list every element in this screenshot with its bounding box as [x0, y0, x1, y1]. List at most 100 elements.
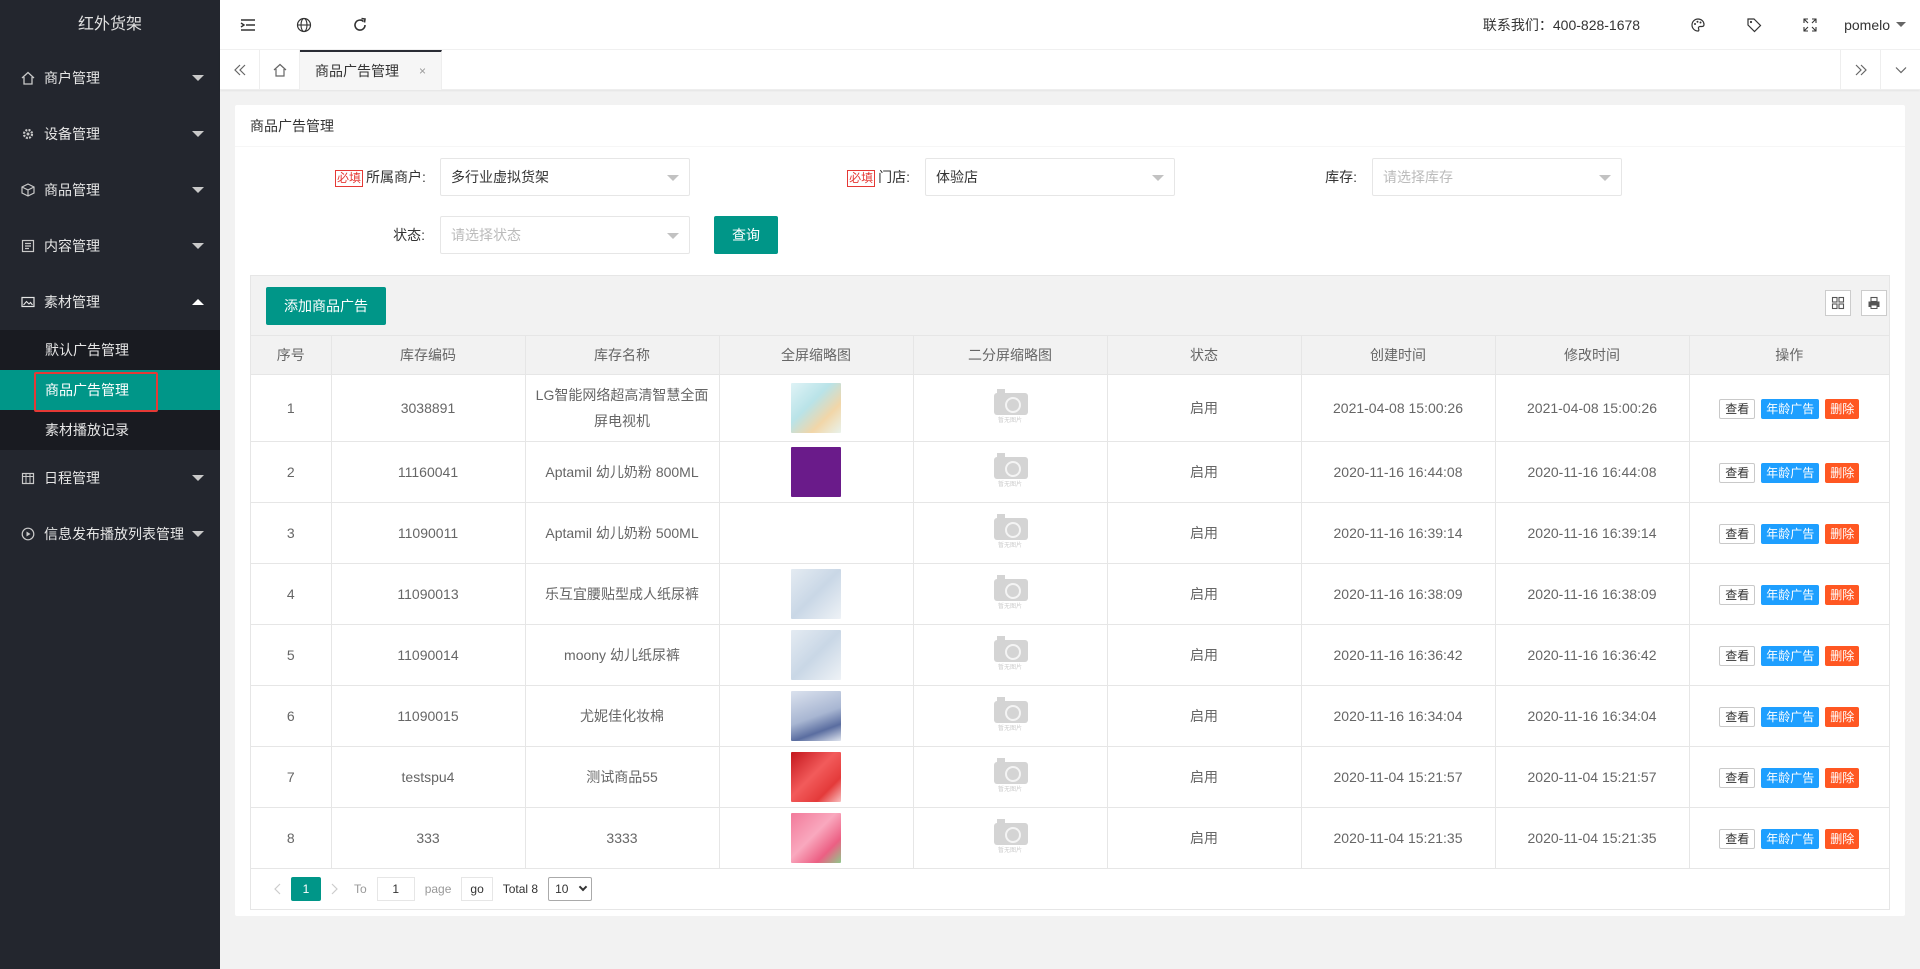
sidebar-item-device[interactable]: 设备管理 — [0, 106, 220, 162]
next-page-icon[interactable] — [325, 877, 345, 901]
status-select[interactable]: 请选择状态 — [440, 216, 690, 254]
sidebar-item-content[interactable]: 内容管理 — [0, 218, 220, 274]
fullscreen-thumbnail[interactable] — [791, 568, 841, 619]
close-icon[interactable]: × — [419, 64, 426, 78]
cell-name: 3333 — [525, 807, 720, 869]
stock-select[interactable]: 请选择库存 — [1372, 158, 1622, 196]
sidebar-item-goods[interactable]: 商品管理 — [0, 162, 220, 218]
view-button[interactable]: 查看 — [1719, 398, 1756, 419]
store-select[interactable]: 体验店 — [925, 158, 1175, 196]
menu-collapse-icon[interactable] — [220, 0, 276, 50]
camera-icon — [994, 388, 1028, 415]
query-button[interactable]: 查询 — [714, 216, 778, 254]
delete-button[interactable]: 删除 — [1825, 398, 1860, 419]
sidebar: 红外货架 商户管理 设备管理 商品管理 内容管理 素材管理 默认广告管理 商品广… — [0, 0, 220, 969]
filter-status: 状态: 请选择状态 查询 — [339, 216, 778, 254]
current-page[interactable]: 1 — [291, 876, 321, 901]
cell-no: 3 — [251, 502, 332, 564]
filter-store: 必填 门店: 体验店 — [810, 158, 1175, 196]
fullscreen-thumbnail[interactable] — [791, 382, 841, 433]
cell-created: 2021-04-08 15:00:26 — [1301, 374, 1496, 442]
merchant-select[interactable]: 多行业虚拟货架 — [440, 158, 690, 196]
tab-goods-ad[interactable]: 商品广告管理 × — [300, 49, 443, 90]
cell-split-thumb: 暂无图片 — [913, 374, 1108, 442]
sidebar-item-material[interactable]: 素材管理 — [0, 274, 220, 330]
delete-button[interactable]: 删除 — [1825, 828, 1860, 849]
age-ad-button[interactable]: 年龄广告 — [1761, 767, 1820, 788]
fullscreen-thumbnail[interactable] — [791, 751, 841, 802]
columns-filter-icon[interactable] — [1825, 290, 1851, 316]
age-ad-button[interactable]: 年龄广告 — [1761, 828, 1820, 849]
view-button[interactable]: 查看 — [1719, 706, 1756, 727]
cell-actions: 查看 年龄广告 删除 — [1689, 807, 1889, 869]
tabs-scroll-left-icon[interactable] — [220, 49, 260, 90]
user-menu[interactable]: pomelo — [1844, 17, 1906, 33]
age-ad-button[interactable]: 年龄广告 — [1761, 645, 1820, 666]
tabs-scroll-right-icon[interactable] — [1840, 49, 1880, 90]
delete-button[interactable]: 删除 — [1825, 645, 1860, 666]
delete-button[interactable]: 删除 — [1825, 523, 1860, 544]
cell-no: 7 — [251, 746, 332, 808]
delete-button[interactable]: 删除 — [1825, 767, 1860, 788]
fullscreen-icon[interactable] — [1782, 0, 1838, 50]
view-button[interactable]: 查看 — [1719, 523, 1756, 544]
globe-icon[interactable] — [276, 0, 332, 50]
view-button[interactable]: 查看 — [1719, 462, 1756, 483]
cell-actions: 查看 年龄广告 删除 — [1689, 441, 1889, 503]
cell-created: 2020-11-04 15:21:57 — [1301, 746, 1496, 808]
delete-button[interactable]: 删除 — [1825, 462, 1860, 483]
sidebar-subitem-play-record[interactable]: 素材播放记录 — [0, 410, 220, 450]
add-goods-ad-button[interactable]: 添加商品广告 — [266, 287, 386, 325]
image-icon — [20, 294, 36, 310]
age-ad-button[interactable]: 年龄广告 — [1761, 706, 1820, 727]
page-jump-input[interactable] — [376, 876, 415, 901]
cell-name: moony 幼儿纸尿裤 — [525, 624, 720, 686]
prev-page-icon[interactable] — [267, 877, 287, 901]
print-icon[interactable] — [1861, 290, 1887, 316]
theme-palette-icon[interactable] — [1670, 0, 1726, 50]
cell-code: 11160041 — [331, 441, 526, 503]
view-button[interactable]: 查看 — [1719, 767, 1756, 788]
go-button[interactable]: go — [461, 876, 493, 901]
fullscreen-thumbnail[interactable] — [791, 446, 841, 497]
fullscreen-thumbnail[interactable] — [791, 812, 841, 863]
sidebar-item-schedule[interactable]: 日程管理 — [0, 450, 220, 506]
view-button[interactable]: 查看 — [1719, 645, 1756, 666]
tabs-dropdown-icon[interactable] — [1880, 49, 1920, 90]
view-button[interactable]: 查看 — [1719, 828, 1756, 849]
sidebar-subitem-goods-ad[interactable]: 商品广告管理 — [0, 370, 220, 412]
age-ad-button[interactable]: 年龄广告 — [1761, 584, 1820, 605]
age-ad-button[interactable]: 年龄广告 — [1761, 462, 1820, 483]
page-size-select[interactable]: 10 — [548, 876, 593, 901]
cell-split-thumb: 暂无图片 — [913, 441, 1108, 503]
page-title: 商品广告管理 — [235, 105, 1905, 147]
required-badge: 必填 — [335, 170, 364, 187]
delete-button[interactable]: 删除 — [1825, 584, 1860, 605]
delete-button[interactable]: 删除 — [1825, 706, 1860, 727]
sidebar-item-label: 商品管理 — [44, 182, 100, 198]
placeholder-text: 暂无图片 — [997, 725, 1022, 732]
home-tab-icon[interactable] — [260, 49, 300, 90]
stock-label: 库存: — [1325, 169, 1357, 185]
view-button[interactable]: 查看 — [1719, 584, 1756, 605]
fullscreen-thumbnail[interactable] — [791, 629, 841, 680]
table-row: 5 11090014 moony 幼儿纸尿裤 暂无图片 启用 2020-11-16 16:… — [251, 624, 1889, 686]
cell-fullscreen-thumb — [719, 807, 914, 869]
no-image-placeholder: 暂无图片 — [985, 383, 1035, 433]
no-image-placeholder: 暂无图片 — [985, 447, 1035, 497]
tag-icon[interactable] — [1726, 0, 1782, 50]
fullscreen-thumbnail[interactable] — [791, 690, 841, 741]
chevron-down-icon — [667, 175, 679, 181]
age-ad-button[interactable]: 年龄广告 — [1761, 398, 1820, 419]
sidebar-item-merchant[interactable]: 商户管理 — [0, 50, 220, 106]
age-ad-button[interactable]: 年龄广告 — [1761, 523, 1820, 544]
camera-icon — [994, 757, 1028, 784]
chevron-down-icon — [192, 531, 204, 537]
cell-no: 8 — [251, 807, 332, 869]
tab-label: 商品广告管理 — [315, 62, 399, 79]
sidebar-subitem-default-ad[interactable]: 默认广告管理 — [0, 330, 220, 370]
cell-actions: 查看 年龄广告 删除 — [1689, 374, 1889, 442]
refresh-icon[interactable] — [332, 0, 388, 50]
sidebar-item-playlist[interactable]: 信息发布播放列表管理 — [0, 506, 220, 562]
camera-icon — [994, 696, 1028, 723]
